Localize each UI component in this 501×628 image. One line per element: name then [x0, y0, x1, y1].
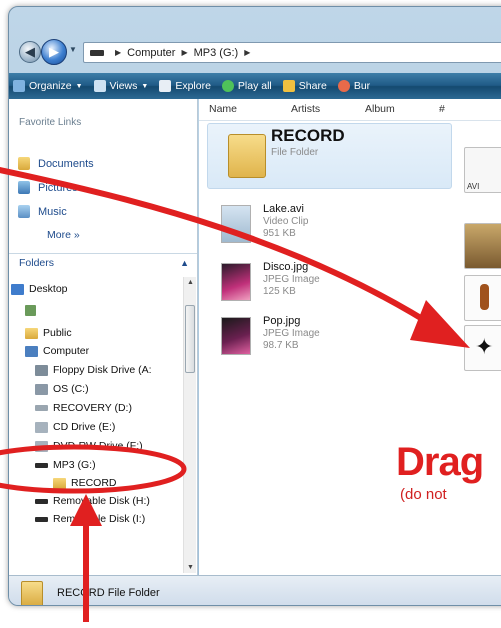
favorite-pictures[interactable]: Pictures — [18, 181, 78, 194]
chevron-right-icon[interactable]: ▶ — [244, 48, 250, 57]
tree-item-floppy[interactable]: Floppy Disk Drive (A: — [35, 364, 152, 376]
tree-item-public[interactable]: Public — [25, 327, 72, 339]
documents-folder-icon — [18, 157, 30, 170]
organize-button[interactable]: Organize ▼ — [13, 80, 83, 92]
play-all-button[interactable]: Play all — [221, 80, 272, 92]
folder-name: RECORD — [271, 126, 345, 145]
favorite-links-header: Favorite Links — [19, 117, 82, 128]
chevron-right-icon: ▶ — [115, 48, 122, 57]
video-file-icon — [221, 205, 251, 243]
folder-type: File Folder — [271, 147, 319, 158]
play-icon — [221, 80, 234, 92]
violin-thumbnail[interactable] — [464, 275, 501, 321]
command-bar: Organize ▼ Views ▼ Explore Play all Share … — [9, 73, 501, 99]
tree-item-removable-h[interactable]: Removable Disk (H:) — [35, 495, 150, 507]
explore-button[interactable]: Explore — [159, 80, 211, 92]
chevron-up-icon[interactable]: ▲ — [180, 254, 189, 272]
scroll-thumb[interactable] — [185, 305, 195, 373]
computer-icon — [25, 345, 38, 357]
removable-drive-icon — [35, 462, 48, 468]
burn-icon — [337, 80, 350, 92]
breadcrumb-mp3-drive[interactable]: MP3 (G:) — [194, 47, 239, 59]
folder-icon — [25, 327, 38, 339]
navigation-pane: Favorite Links Documents Pictures Music … — [9, 99, 198, 575]
file-list: Name Artists Album # RECORD File Folder … — [199, 99, 501, 575]
organize-icon — [13, 80, 25, 92]
hard-drive-icon — [35, 405, 48, 411]
tree-item-record[interactable]: RECORD — [53, 477, 117, 489]
views-icon — [93, 80, 106, 92]
folders-header[interactable]: Folders ▲ — [9, 253, 197, 271]
burn-button[interactable]: Bur — [337, 80, 370, 92]
column-artists[interactable]: Artists — [291, 103, 320, 115]
music-folder-icon — [18, 205, 30, 218]
file-item[interactable]: Lake.avi Video Clip 951 KB — [221, 203, 421, 255]
share-button[interactable]: Share — [282, 80, 327, 92]
recent-pages-icon[interactable]: ▼ — [69, 45, 77, 54]
removable-drive-icon — [35, 516, 48, 522]
pictures-folder-icon — [18, 181, 30, 194]
desktop-icon — [11, 283, 24, 295]
dvd-drive-icon — [35, 440, 48, 452]
image-thumbnail — [221, 263, 251, 301]
tree-item-computer[interactable]: Computer — [25, 345, 89, 357]
image-thumbnail[interactable] — [464, 223, 501, 269]
tree-item-dvd-f[interactable]: DVD-RW Drive (F:) — [35, 440, 143, 452]
tree-item-cd-e[interactable]: CD Drive (E:) — [35, 421, 115, 433]
folders-scrollbar[interactable]: ▲ ▼ — [183, 277, 196, 573]
favorite-music[interactable]: Music — [18, 205, 67, 218]
folder-icon — [53, 477, 66, 489]
user-folder-icon — [25, 305, 36, 316]
file-item[interactable]: Disco.jpg JPEG Image 125 KB — [221, 261, 421, 313]
folder-icon — [21, 581, 43, 605]
views-button[interactable]: Views ▼ — [93, 80, 148, 92]
more-favorites-link[interactable]: More » — [47, 229, 80, 241]
details-pane: RECORD File Folder — [9, 575, 501, 605]
cd-drive-icon — [35, 421, 48, 433]
dancer-thumbnail[interactable]: ✦ — [464, 325, 501, 371]
file-item[interactable]: Pop.jpg JPEG Image 98.7 KB — [221, 315, 421, 367]
scroll-up-arrow-icon[interactable]: ▲ — [187, 279, 194, 286]
tree-item-desktop[interactable]: Desktop — [11, 283, 68, 295]
forward-button[interactable]: ▶ — [41, 39, 67, 65]
column-album[interactable]: Album — [365, 103, 395, 115]
video-file-icon[interactable]: AVI — [464, 147, 501, 193]
folder-icon — [228, 134, 266, 178]
tree-item-removable-i[interactable]: Removable Disk (I:) — [35, 513, 145, 525]
floppy-drive-icon — [35, 364, 48, 376]
share-icon — [282, 80, 295, 92]
drive-icon — [90, 49, 104, 56]
image-thumbnail — [221, 317, 251, 355]
drag-note-annotation: (do not — [400, 486, 447, 503]
removable-drive-icon — [35, 498, 48, 504]
tree-item-mp3-g[interactable]: MP3 (G:) — [35, 459, 96, 471]
favorite-documents[interactable]: Documents — [18, 157, 94, 170]
explore-icon — [159, 80, 172, 92]
back-button[interactable]: ◀ — [19, 41, 41, 63]
chevron-right-icon: ▶ — [181, 48, 188, 57]
scroll-down-arrow-icon[interactable]: ▼ — [187, 564, 194, 571]
column-headers: Name Artists Album # — [199, 99, 501, 121]
drag-annotation: Drag — [396, 440, 484, 484]
tree-item-recovery-d[interactable]: RECOVERY (D:) — [35, 402, 132, 414]
address-bar[interactable]: ▶ Computer ▶ MP3 (G:) ▶ — [83, 42, 501, 63]
address-row: ◀ ▶ ▼ ▶ Computer ▶ MP3 (G:) ▶ — [9, 35, 501, 69]
tree-item-user[interactable] — [25, 305, 41, 316]
breadcrumb-computer[interactable]: Computer — [127, 47, 175, 59]
details-text: RECORD File Folder — [57, 587, 160, 599]
column-number[interactable]: # — [439, 103, 445, 115]
hard-drive-icon — [35, 383, 48, 395]
explorer-window: ◀ ▶ ▼ ▶ Computer ▶ MP3 (G:) ▶ Organize ▼ … — [8, 6, 501, 606]
tree-item-os-c[interactable]: OS (C:) — [35, 383, 89, 395]
column-name[interactable]: Name — [209, 103, 237, 115]
